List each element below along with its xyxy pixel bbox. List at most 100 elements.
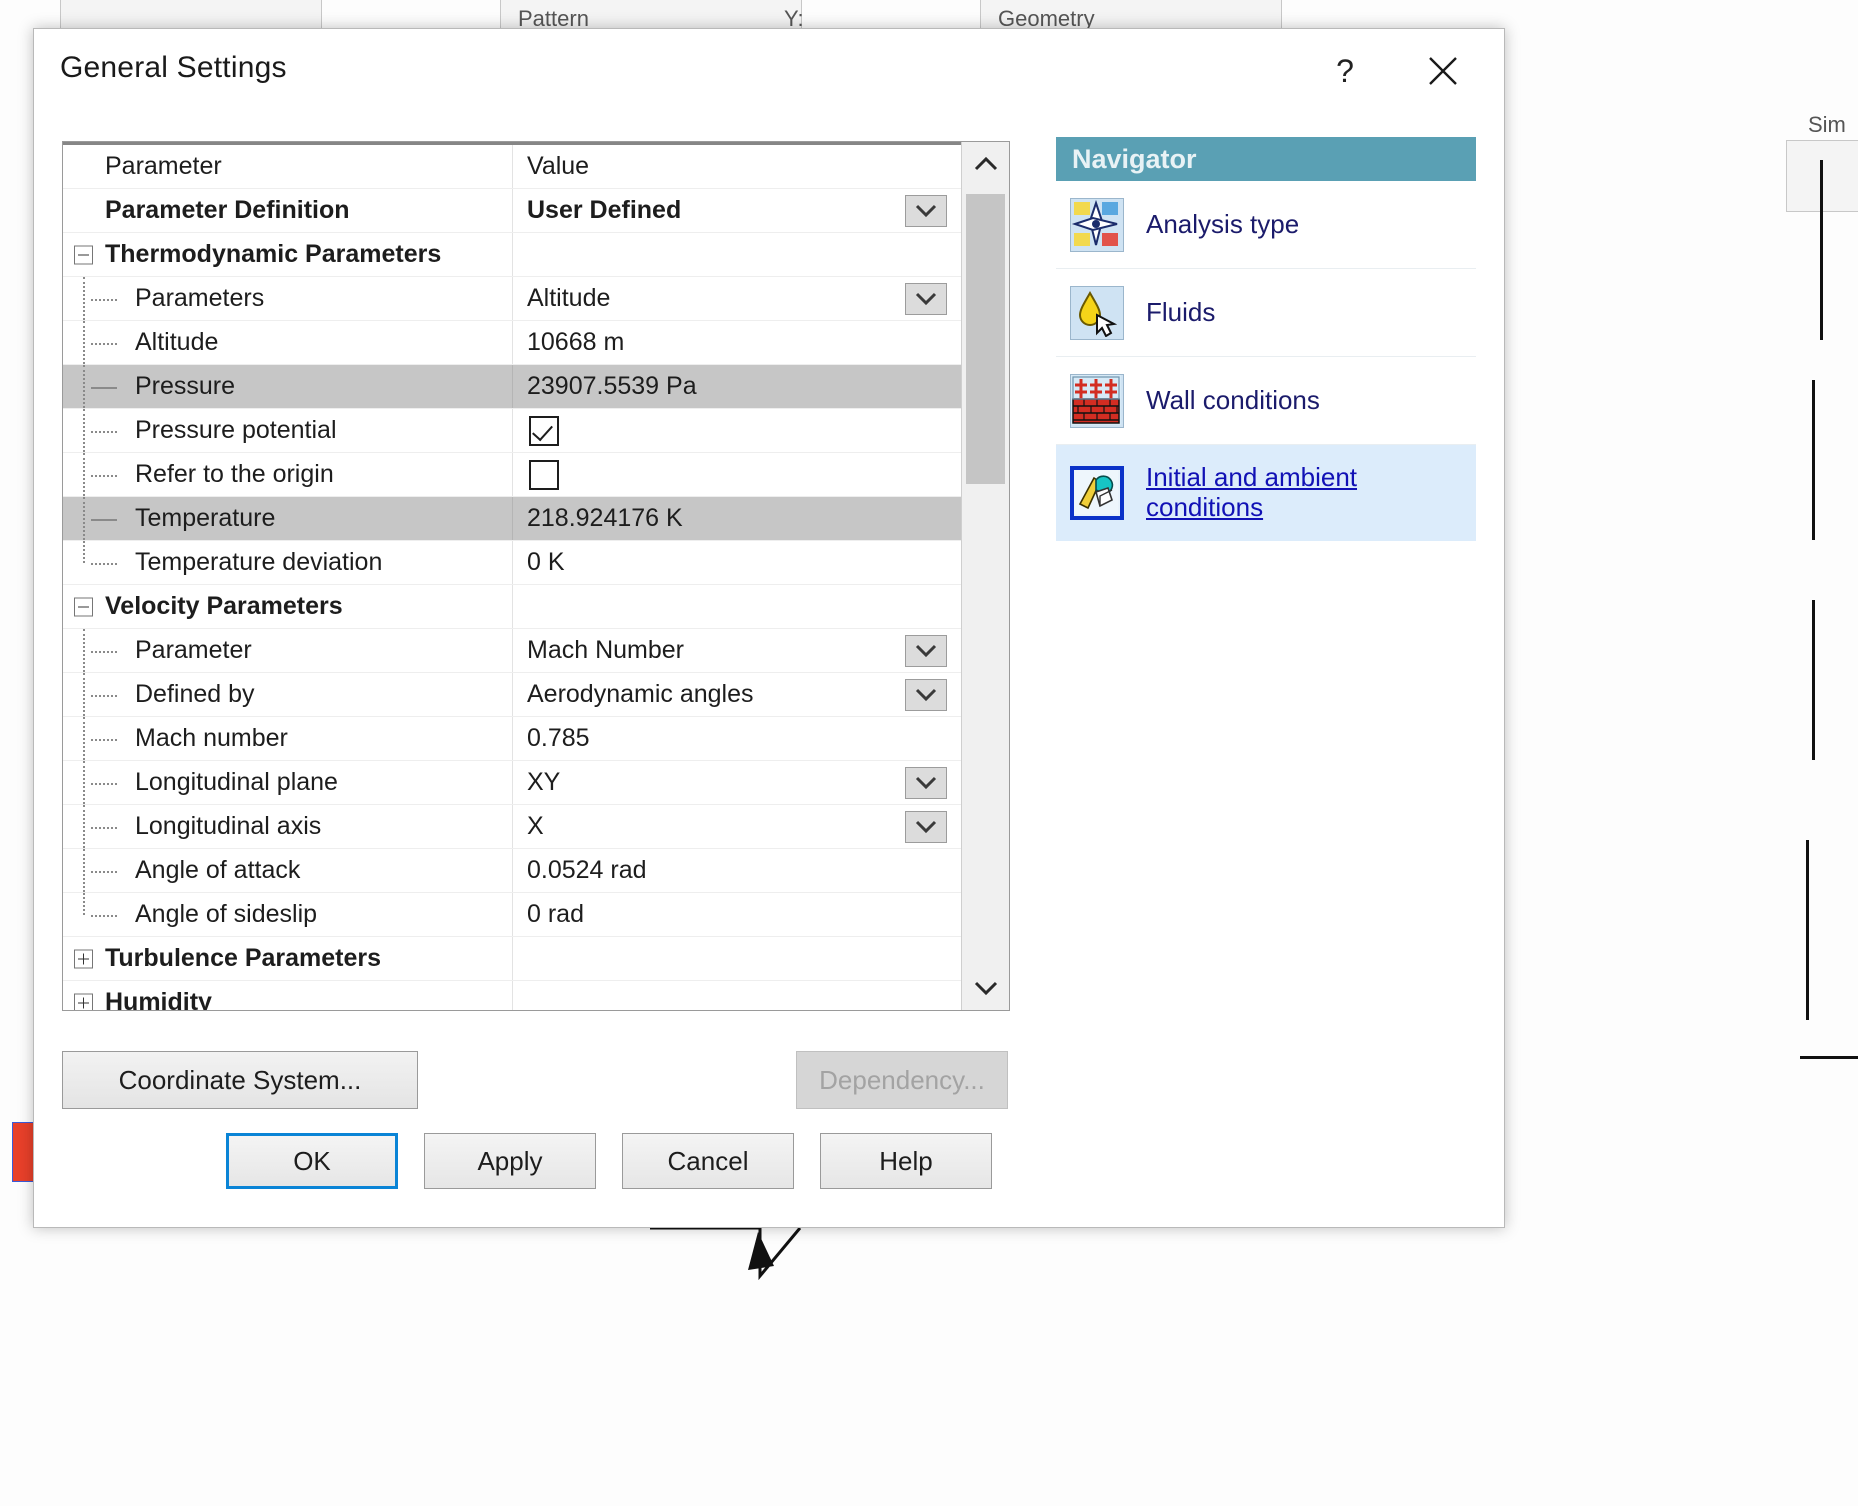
cancel-button[interactable]: Cancel [622, 1133, 794, 1189]
table-row[interactable]: Parameter Mach Number [63, 629, 961, 673]
chevron-down-icon[interactable] [905, 283, 947, 315]
row-label: Defined by [135, 680, 255, 709]
nav-item-label: Analysis type [1146, 210, 1299, 240]
tree-guide-dash [91, 299, 117, 302]
row-param-cell: Temperature [63, 497, 513, 540]
tree-guide-dash [91, 519, 117, 522]
row-value-cell[interactable]: 10668 m [513, 321, 961, 364]
row-param-cell: Refer to the origin [63, 453, 513, 496]
dialog-body: Parameter Value Parameter Definition Use… [34, 107, 1504, 1227]
table-group-row-turbulence[interactable]: Turbulence Parameters [63, 937, 961, 981]
nav-item-analysis-type[interactable]: Analysis type [1056, 181, 1476, 269]
row-value-cell[interactable]: Mach Number [513, 629, 961, 672]
scrollbar-thumb[interactable] [966, 194, 1005, 484]
refer-to-origin-checkbox[interactable] [529, 460, 559, 490]
row-value-cell[interactable]: User Defined [513, 189, 961, 232]
table-row[interactable]: Angle of sideslip 0 rad [63, 893, 961, 937]
row-label: Pressure [135, 372, 235, 401]
row-param-cell: Altitude [63, 321, 513, 364]
navigator-header: Navigator [1056, 137, 1476, 181]
row-value-cell[interactable] [513, 453, 961, 496]
table-row[interactable]: Parameter Definition User Defined [63, 189, 961, 233]
table-row[interactable]: Temperature deviation 0 K [63, 541, 961, 585]
nav-item-wall-conditions[interactable]: Wall conditions [1056, 357, 1476, 445]
tree-guide-dash [91, 827, 117, 830]
fluids-droplet-icon [1070, 286, 1124, 340]
row-value-cell[interactable]: 0.0524 rad [513, 849, 961, 892]
chevron-down-icon[interactable] [905, 811, 947, 843]
row-label: Thermodynamic Parameters [105, 240, 441, 269]
row-param-cell: Mach number [63, 717, 513, 760]
table-row-pressure[interactable]: Pressure 23907.5539 Pa [63, 365, 961, 409]
nav-item-fluids[interactable]: Fluids [1056, 269, 1476, 357]
dialog-title: General Settings [60, 51, 287, 85]
row-value-cell[interactable]: 218.924176 K [513, 497, 961, 540]
row-param-cell: Longitudinal plane [63, 761, 513, 804]
table-row[interactable]: Mach number 0.785 [63, 717, 961, 761]
table-row[interactable]: Refer to the origin [63, 453, 961, 497]
chevron-down-icon[interactable] [905, 767, 947, 799]
nav-item-label: Fluids [1146, 298, 1215, 328]
collapse-minus-icon[interactable] [74, 597, 93, 616]
table-row[interactable]: Angle of attack 0.0524 rad [63, 849, 961, 893]
table-row[interactable]: Parameters Altitude [63, 277, 961, 321]
table-row[interactable]: Pressure potential [63, 409, 961, 453]
nav-item-label: Initial and ambient conditions [1146, 463, 1476, 523]
tree-guide-dash [91, 915, 117, 918]
chevron-up-icon[interactable] [962, 142, 1009, 186]
grid-vertical-scrollbar[interactable] [961, 142, 1009, 1010]
table-row[interactable]: Longitudinal plane XY [63, 761, 961, 805]
tree-guide-vertical [83, 673, 85, 716]
ok-button[interactable]: OK [226, 1133, 398, 1189]
tree-guide-vertical [83, 497, 85, 540]
pressure-potential-checkbox[interactable] [529, 416, 559, 446]
row-param-cell: Defined by [63, 673, 513, 716]
row-value-cell[interactable]: 0.785 [513, 717, 961, 760]
general-settings-dialog: General Settings ? Parameter Value [33, 28, 1505, 1228]
row-value-cell[interactable] [513, 409, 961, 452]
table-row[interactable]: Longitudinal axis X [63, 805, 961, 849]
chevron-down-icon[interactable] [905, 635, 947, 667]
table-group-row-velocity[interactable]: Velocity Parameters [63, 585, 961, 629]
row-value-cell[interactable]: Altitude [513, 277, 961, 320]
tree-guide-vertical [83, 849, 85, 892]
row-value: User Defined [527, 196, 681, 225]
row-value-cell[interactable]: XY [513, 761, 961, 804]
collapse-minus-icon[interactable] [74, 245, 93, 264]
chevron-down-icon[interactable] [905, 195, 947, 227]
row-value-cell[interactable]: Aerodynamic angles [513, 673, 961, 716]
row-param-cell: Parameters [63, 277, 513, 320]
bg-geometry-edge-3 [1812, 600, 1815, 760]
row-label: Refer to the origin [135, 460, 334, 489]
table-row-temperature[interactable]: Temperature 218.924176 K [63, 497, 961, 541]
table-row[interactable]: Altitude 10668 m [63, 321, 961, 365]
tree-guide-vertical [83, 717, 85, 760]
row-label: Angle of attack [135, 856, 300, 885]
row-value-cell[interactable]: 0 K [513, 541, 961, 584]
row-value-cell[interactable]: 23907.5539 Pa [513, 365, 961, 408]
help-button[interactable]: Help [820, 1133, 992, 1189]
row-value-cell[interactable]: X [513, 805, 961, 848]
row-label: Turbulence Parameters [105, 944, 381, 973]
row-label: Angle of sideslip [135, 900, 317, 929]
bg-geometry-edge-2 [1812, 380, 1815, 540]
row-value-cell[interactable]: 0 rad [513, 893, 961, 936]
expand-plus-icon[interactable] [74, 949, 93, 968]
row-label: Humidity [105, 988, 212, 1010]
coordinate-system-button[interactable]: Coordinate System... [62, 1051, 418, 1109]
table-group-row-thermodynamic[interactable]: Thermodynamic Parameters [63, 233, 961, 277]
chevron-down-icon[interactable] [905, 679, 947, 711]
row-value-cell [513, 233, 961, 276]
row-value: Aerodynamic angles [527, 680, 754, 709]
table-group-row-humidity[interactable]: Humidity [63, 981, 961, 1010]
tree-guide-dash [91, 431, 117, 434]
table-row[interactable]: Defined by Aerodynamic angles [63, 673, 961, 717]
apply-button[interactable]: Apply [424, 1133, 596, 1189]
close-x-icon[interactable] [1412, 45, 1474, 97]
chevron-down-icon[interactable] [962, 966, 1009, 1010]
help-question-icon[interactable]: ? [1314, 45, 1376, 97]
nav-item-initial-and-ambient-conditions[interactable]: Initial and ambient conditions [1056, 445, 1476, 541]
expand-plus-icon[interactable] [74, 993, 93, 1010]
row-value: XY [527, 768, 560, 797]
tree-guide-vertical [83, 893, 85, 915]
